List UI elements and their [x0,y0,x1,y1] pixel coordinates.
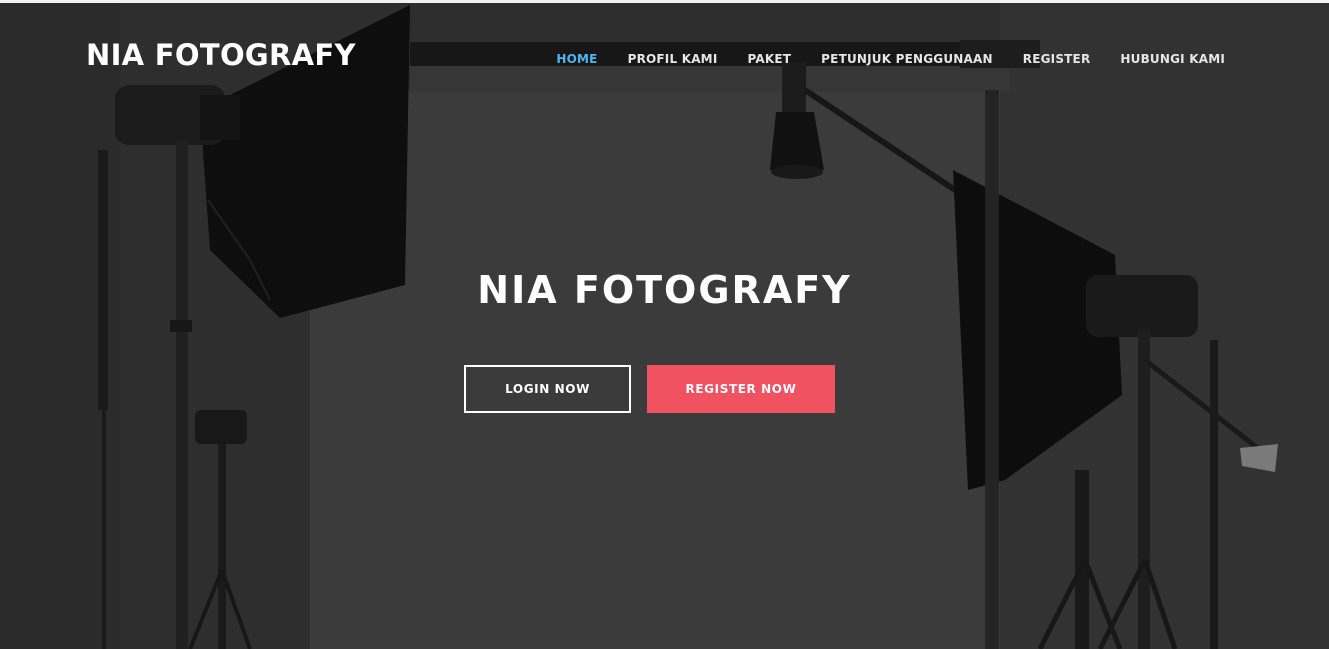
nav-link-profil-kami[interactable]: PROFIL KAMI [628,52,718,66]
nav-item-home: HOME [556,48,597,67]
brand-logo[interactable]: NIA FOTOGRAFY [86,38,356,72]
nav-item-profil-kami: PROFIL KAMI [628,48,718,67]
navbar: NIA FOTOGRAFY HOME PROFIL KAMI PAKET PET… [0,0,1329,110]
main-nav: HOME PROFIL KAMI PAKET PETUNJUK PENGGUNA… [556,48,1225,67]
top-strip [0,0,1329,3]
login-now-button[interactable]: LOGIN NOW [464,365,631,413]
nav-item-register: REGISTER [1023,48,1091,67]
hero-section: NIA FOTOGRAFY HOME PROFIL KAMI PAKET PET… [0,0,1329,649]
register-now-button[interactable]: REGISTER NOW [647,365,835,413]
nav-link-home[interactable]: HOME [556,52,597,66]
nav-item-paket: PAKET [748,48,792,67]
hero-title: NIA FOTOGRAFY [477,268,852,312]
hero-buttons: LOGIN NOW REGISTER NOW [464,365,835,413]
nav-item-petunjuk-penggunaan: PETUNJUK PENGGUNAAN [821,48,993,67]
nav-link-hubungi-kami[interactable]: HUBUNGI KAMI [1120,52,1225,66]
nav-link-register[interactable]: REGISTER [1023,52,1091,66]
hero-content: NIA FOTOGRAFY [0,268,1329,312]
nav-link-paket[interactable]: PAKET [748,52,792,66]
nav-item-hubungi-kami: HUBUNGI KAMI [1120,48,1225,67]
nav-link-petunjuk-penggunaan[interactable]: PETUNJUK PENGGUNAAN [821,52,993,66]
